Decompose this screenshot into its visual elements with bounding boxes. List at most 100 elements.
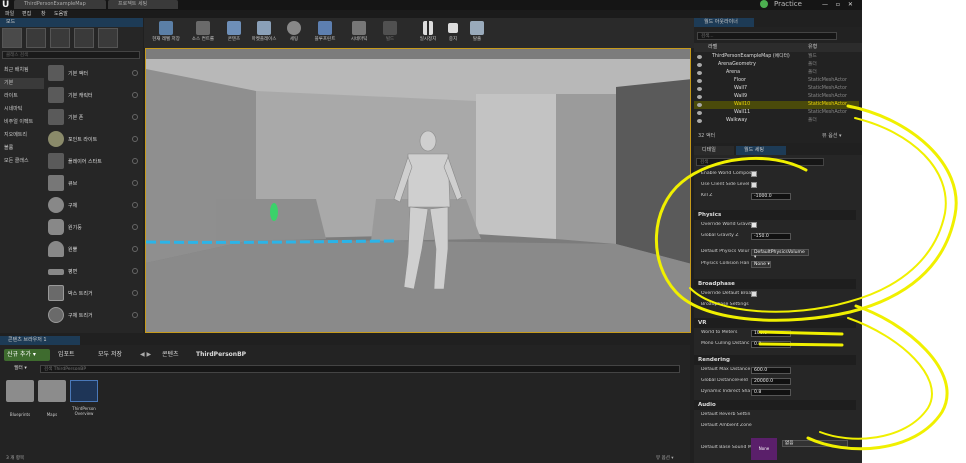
section-vr[interactable]: VR (694, 318, 856, 328)
outliner-row[interactable]: Arena 폴더 (694, 69, 859, 77)
tab-level[interactable]: ThirdPersonExampleMap (14, 0, 106, 9)
prop-default-ambient-zone[interactable]: Default Ambient Zone (694, 423, 856, 431)
outliner-view-options[interactable]: 뷰 옵션 ▾ (822, 131, 842, 141)
checkbox[interactable] (751, 291, 757, 297)
category-volumes[interactable]: 볼륨 (0, 143, 44, 154)
outliner-row[interactable]: ArenaGeometry 폴더 (694, 61, 859, 69)
category-recent[interactable]: 최근 배치됨 (0, 65, 44, 76)
asset-maps-folder[interactable]: Maps (38, 380, 66, 420)
filter-button[interactable]: 필터 ▾ (14, 364, 27, 373)
world-outliner-tab[interactable]: 월드 아웃라이너 (694, 18, 754, 27)
info-icon[interactable] (132, 290, 138, 296)
outliner-row[interactable]: ThirdPersonExampleMap (에디터) 월드 (694, 53, 859, 61)
source-control-button[interactable]: 소스 컨트롤 (186, 19, 220, 47)
marketplace-button[interactable]: 마켓플레이스 (248, 19, 280, 47)
outliner-row[interactable]: Wall10 StaticMeshActor (694, 101, 859, 109)
path-root[interactable]: 콘텐츠 (162, 349, 179, 361)
section-audio[interactable]: Audio (694, 400, 856, 410)
visibility-eye-icon[interactable] (697, 87, 702, 91)
asset-search-input[interactable]: 검색 ThirdPersonBP (40, 365, 680, 373)
tab-project-settings[interactable]: 프로젝트 세팅 (108, 0, 178, 9)
value-field[interactable]: 100.0 (751, 330, 791, 337)
outliner-search-input[interactable]: 검색... (697, 32, 837, 40)
info-icon[interactable] (132, 268, 138, 274)
build-button[interactable]: 빌드 (380, 19, 400, 47)
info-icon[interactable] (132, 312, 138, 318)
add-new-button[interactable]: 신규 추가 ▾ (4, 349, 50, 361)
value-field[interactable]: -150.0 (751, 233, 791, 240)
settings-button[interactable]: 세팅 (284, 19, 304, 47)
visibility-eye-icon[interactable] (697, 111, 702, 115)
place-item-point-light[interactable]: 포인트 라이트 (45, 129, 141, 151)
menu-window[interactable]: 창 (41, 10, 46, 18)
place-item-plane[interactable]: 평면 (45, 261, 141, 283)
outliner-row[interactable]: Floor StaticMeshActor (694, 77, 859, 85)
value-field[interactable]: -1000.0 (751, 193, 791, 200)
visibility-eye-icon[interactable] (697, 63, 702, 67)
outliner-row[interactable]: Walkway 폴더 (694, 117, 859, 125)
place-item-pawn[interactable]: 기본 폰 (45, 107, 141, 129)
eject-button[interactable]: 탈출 (466, 19, 488, 47)
prop-default-reverb-settings[interactable]: Default Reverb Settin (694, 412, 856, 420)
class-dropdown[interactable]: None ▾ (751, 261, 771, 268)
section-rendering[interactable]: Rendering (694, 355, 856, 365)
blueprints-button[interactable]: 블루프린트 (310, 19, 340, 47)
tab-world-settings[interactable]: 월드 세팅 (736, 146, 786, 155)
visibility-eye-icon[interactable] (697, 71, 702, 75)
content-browser-tab[interactable]: 콘텐츠 브라우저 1 (0, 336, 80, 345)
place-item-box-trigger[interactable]: 박스 트리거 (45, 283, 141, 305)
value-field[interactable]: 20000.0 (751, 378, 791, 385)
category-geometry[interactable]: 지오메트리 (0, 130, 44, 141)
category-all-classes[interactable]: 모든 클래스 (0, 156, 44, 167)
value-field[interactable]: 600.0 (751, 367, 791, 374)
place-item-sphere[interactable]: 구체 (45, 195, 141, 217)
info-icon[interactable] (132, 158, 138, 164)
class-dropdown[interactable]: DefaultPhysicsVolume ▾ (751, 249, 809, 260)
info-icon[interactable] (132, 224, 138, 230)
view-options-button[interactable]: 뷰 옵션 ▾ (656, 455, 674, 461)
prop-broadphase-settings[interactable]: Broadphase Settings (694, 302, 856, 310)
visibility-eye-icon[interactable] (697, 55, 702, 59)
visibility-eye-icon[interactable] (697, 95, 702, 99)
import-button[interactable]: 임포트 (58, 349, 75, 361)
category-cinematic[interactable]: 시네마틱 (0, 104, 44, 115)
asset-thirdperson-overview[interactable]: ThirdPerson Overview (70, 380, 98, 420)
section-broadphase[interactable]: Broadphase (694, 279, 856, 289)
checkbox-checked[interactable] (751, 222, 757, 228)
asset-blueprints-folder[interactable]: Blueprints (6, 380, 34, 420)
foliage-mode-icon[interactable] (74, 28, 94, 48)
nav-arrows-icon[interactable]: ◀ ▶ (140, 349, 151, 361)
level-viewport[interactable] (145, 48, 691, 333)
content-button[interactable]: 콘텐츠 (222, 19, 246, 47)
place-item-cylinder[interactable]: 원기둥 (45, 217, 141, 239)
stop-button[interactable]: 중지 (444, 19, 462, 47)
info-icon[interactable] (132, 136, 138, 142)
place-item-actor[interactable]: 기본 액터 (45, 63, 141, 85)
place-mode-icon[interactable] (2, 28, 22, 48)
save-all-button[interactable]: 모두 저장 (98, 349, 122, 361)
menu-help[interactable]: 도움말 (54, 10, 68, 18)
details-search-input[interactable]: 검색 (696, 158, 824, 166)
info-icon[interactable] (132, 180, 138, 186)
class-search-input[interactable]: 클래스 검색 (2, 51, 140, 59)
pause-button[interactable]: 일시정지 (416, 19, 440, 47)
info-icon[interactable] (132, 92, 138, 98)
menu-file[interactable]: 파일 (5, 10, 14, 18)
info-icon[interactable] (132, 70, 138, 76)
visibility-eye-icon[interactable] (697, 79, 702, 83)
menu-edit[interactable]: 편집 (22, 10, 31, 18)
visibility-eye-icon[interactable] (697, 103, 702, 107)
place-item-character[interactable]: 기본 캐릭터 (45, 85, 141, 107)
outliner-row[interactable]: Wall7 StaticMeshActor (694, 85, 859, 93)
info-icon[interactable] (132, 246, 138, 252)
sound-mix-thumbnail[interactable]: None (751, 438, 777, 460)
asset-dropdown[interactable]: 없음 (782, 440, 848, 447)
place-item-cone[interactable]: 원뿔 (45, 239, 141, 261)
place-item-player-start[interactable]: 플레이어 스타트 (45, 151, 141, 173)
value-field[interactable]: 0.8 (751, 389, 791, 396)
outliner-row[interactable]: Wall9 StaticMeshActor (694, 93, 859, 101)
type-column-header[interactable]: 유형 (808, 43, 817, 52)
value-field[interactable]: 0.0 (751, 341, 791, 348)
save-level-button[interactable]: 현재 레벨 저장 (148, 19, 184, 47)
outliner-row[interactable]: Wall11 StaticMeshActor (694, 109, 859, 117)
